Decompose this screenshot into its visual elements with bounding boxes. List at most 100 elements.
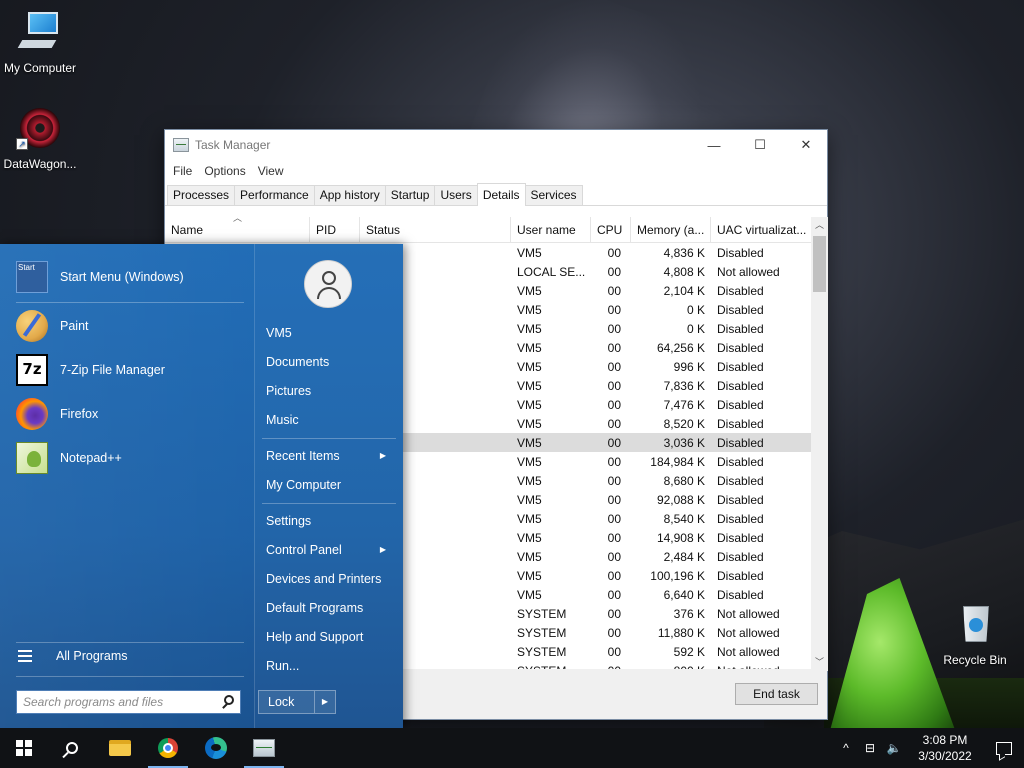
task-manager-icon	[173, 138, 189, 152]
volume-icon[interactable]: 🔈	[882, 741, 906, 755]
place-default-programs[interactable]: Default Programs	[266, 597, 396, 619]
lock-button[interactable]: Lock ▶	[258, 690, 336, 714]
program-label: Firefox	[60, 407, 99, 421]
column-header-uac[interactable]: UAC virtualizat...	[711, 217, 811, 243]
desktop-icon-my-computer[interactable]: My Computer	[0, 10, 80, 75]
end-task-button[interactable]: End task	[735, 683, 818, 705]
program-notepad-plus-plus[interactable]: Notepad++	[16, 440, 246, 476]
clock-time: 3:08 PM	[922, 733, 968, 747]
cell-uac: Disabled	[717, 568, 764, 583]
cell-cpu: 00	[607, 416, 621, 431]
sort-ascending-icon: ︿	[233, 217, 243, 223]
clock[interactable]: 3:08 PM 3/30/2022	[906, 732, 984, 764]
minimize-button[interactable]: —	[691, 130, 737, 160]
taskbar-edge[interactable]	[192, 728, 240, 768]
start-button[interactable]	[0, 728, 48, 768]
search-icon[interactable]	[224, 695, 234, 705]
cell-uac: Disabled	[717, 530, 764, 545]
cell-cpu: 00	[607, 530, 621, 545]
taskbar-task-manager[interactable]	[240, 728, 288, 768]
show-hidden-icons-icon[interactable]: ^	[834, 741, 858, 755]
user-head-icon	[322, 271, 336, 285]
program-paint[interactable]: Paint	[16, 308, 246, 344]
table-header: ︿ Name PID Status User name CPU Memory (…	[165, 217, 811, 243]
cell-uac: Disabled	[717, 378, 764, 393]
tab-details[interactable]: Details	[476, 183, 526, 206]
cell-user-name: VM5	[517, 492, 542, 507]
place-devices-and-printers[interactable]: Devices and Printers	[266, 568, 396, 590]
cell-user-name: LOCAL SE...	[517, 264, 586, 279]
program-7zip[interactable]: 7z 7-Zip File Manager	[16, 352, 246, 388]
desktop-icon-label: Recycle Bin	[943, 653, 1007, 667]
cell-memory: 11,880 K	[657, 625, 705, 640]
close-button[interactable]: ✕	[783, 130, 829, 160]
program-start-menu-windows[interactable]: Start Start Menu (Windows)	[16, 259, 246, 295]
system-tray: ^ ⊟ 🔈 3:08 PM 3/30/2022	[834, 728, 1024, 768]
place-my-computer[interactable]: My Computer	[266, 474, 396, 496]
place-help-and-support[interactable]: Help and Support	[266, 626, 396, 648]
cell-memory: 3,036 K	[663, 435, 705, 450]
maximize-button[interactable]: ☐	[737, 130, 783, 160]
start-menu: Start Start Menu (Windows) Paint 7z 7-Zi…	[0, 244, 403, 728]
taskbar-search-button[interactable]	[48, 728, 96, 768]
column-header-user-name[interactable]: User name	[511, 217, 591, 243]
place-run[interactable]: Run...	[266, 655, 396, 677]
separator	[16, 302, 244, 303]
cell-cpu: 00	[607, 492, 621, 507]
all-programs-button[interactable]: All Programs	[18, 649, 128, 663]
tab-startup[interactable]: Startup	[384, 185, 436, 205]
place-label: Control Panel	[266, 543, 342, 557]
menu-view[interactable]: View	[252, 164, 290, 178]
cell-cpu: 00	[607, 454, 621, 469]
column-header-memory[interactable]: Memory (a...	[631, 217, 711, 243]
place-user[interactable]: VM5	[266, 322, 396, 344]
tab-services[interactable]: Services	[524, 185, 583, 205]
tab-processes[interactable]: Processes	[167, 185, 236, 205]
action-center-button[interactable]	[984, 728, 1024, 768]
tab-app-history[interactable]: App history	[313, 185, 386, 205]
lock-label[interactable]: Lock	[259, 691, 315, 713]
menu-file[interactable]: File	[167, 164, 198, 178]
place-pictures[interactable]: Pictures	[266, 380, 396, 402]
desktop-icon-recycle-bin[interactable]: Recycle Bin	[935, 602, 1015, 667]
task-manager-icon	[253, 739, 275, 757]
cell-cpu: 00	[607, 378, 621, 393]
place-label: Recent Items	[266, 449, 340, 463]
vertical-scrollbar[interactable]: ︿ ﹀	[811, 217, 828, 671]
cell-cpu: 00	[607, 587, 621, 602]
datawagon-icon: ↗	[16, 106, 64, 154]
place-control-panel[interactable]: Control Panel ▶	[266, 539, 396, 561]
cell-memory: 0 K	[686, 321, 705, 336]
avatar[interactable]	[304, 260, 352, 308]
search-input[interactable]	[17, 691, 212, 713]
column-header-status[interactable]: Status	[360, 217, 511, 243]
scroll-up-icon[interactable]: ︿	[811, 217, 828, 234]
tab-performance[interactable]: Performance	[234, 185, 315, 205]
menu-options[interactable]: Options	[198, 164, 251, 178]
column-header-cpu[interactable]: CPU	[591, 217, 631, 243]
place-recent-items[interactable]: Recent Items ▶	[266, 445, 396, 467]
separator	[16, 642, 244, 643]
taskbar-file-explorer[interactable]	[96, 728, 144, 768]
cell-user-name: VM5	[517, 587, 542, 602]
cell-cpu: 00	[607, 340, 621, 355]
column-header-pid[interactable]: PID	[310, 217, 360, 243]
scrollbar-thumb[interactable]	[813, 236, 826, 292]
program-label: Start Menu (Windows)	[60, 270, 184, 284]
program-firefox[interactable]: Firefox	[16, 396, 246, 432]
cell-memory: 14,908 K	[656, 530, 705, 545]
title-bar[interactable]: Task Manager — ☐ ✕	[165, 130, 827, 160]
place-music[interactable]: Music	[266, 409, 396, 431]
network-icon[interactable]: ⊟	[858, 741, 882, 755]
start-search-box[interactable]	[16, 690, 241, 714]
taskbar-chrome[interactable]	[144, 728, 192, 768]
cell-uac: Disabled	[717, 245, 764, 260]
cell-uac: Disabled	[717, 359, 764, 374]
desktop-icon-datawagon[interactable]: ↗ DataWagon...	[0, 106, 80, 171]
cell-user-name: VM5	[517, 416, 542, 431]
tab-users[interactable]: Users	[434, 185, 478, 205]
program-label: Paint	[60, 319, 89, 333]
shutdown-options-arrow-icon[interactable]: ▶	[315, 691, 335, 713]
place-documents[interactable]: Documents	[266, 351, 396, 373]
place-settings[interactable]: Settings	[266, 510, 396, 532]
